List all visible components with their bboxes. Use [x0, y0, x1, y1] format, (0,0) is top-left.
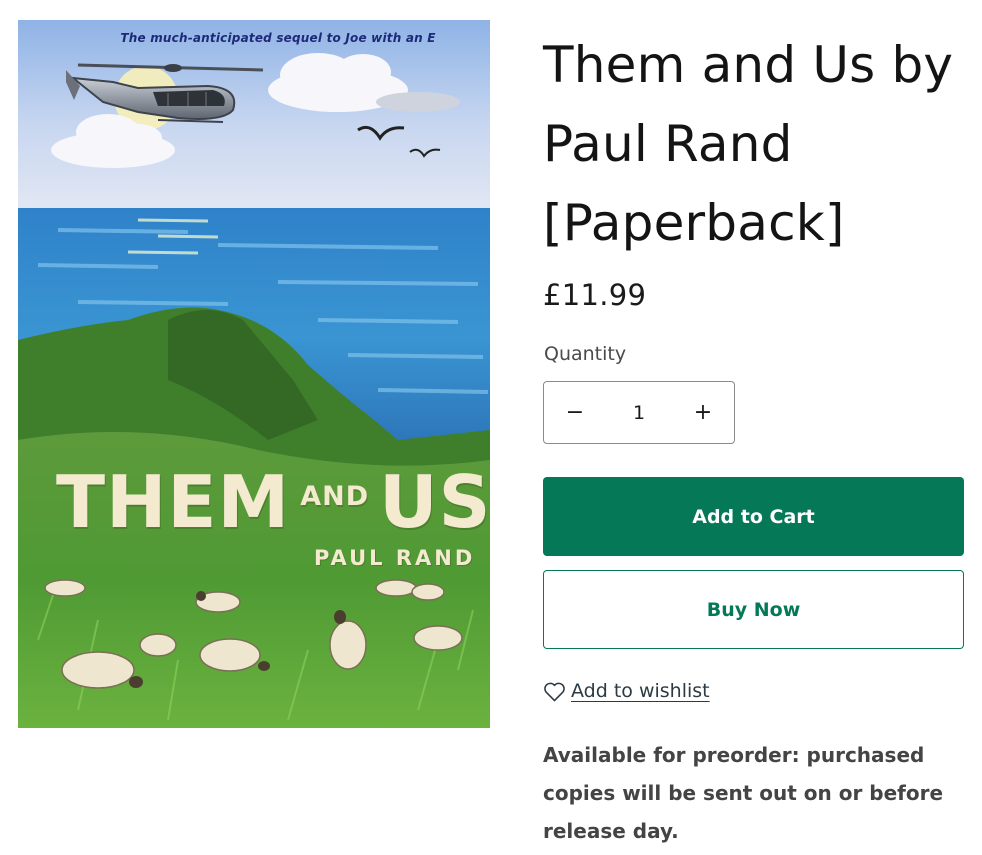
cover-title-them: THEM: [56, 460, 291, 544]
decrease-quantity-button[interactable]: −: [544, 382, 606, 443]
add-to-cart-button[interactable]: Add to Cart: [543, 477, 964, 556]
plus-icon: +: [693, 400, 713, 425]
increase-quantity-button[interactable]: +: [672, 382, 734, 443]
quantity-label: Quantity: [544, 343, 627, 365]
wishlist-label[interactable]: Add to wishlist: [571, 680, 710, 702]
cover-title-us: US: [379, 460, 490, 544]
product-title: Them and Us by Paul Rand [Paperback]: [543, 36, 954, 252]
quantity-stepper: − 1 +: [543, 381, 735, 444]
product-price: £11.99: [543, 278, 647, 312]
preorder-notice: Available for preorder: purchased copies…: [543, 743, 944, 843]
minus-icon: −: [565, 400, 585, 425]
buy-now-button[interactable]: Buy Now: [543, 570, 964, 649]
cover-artwork: [18, 20, 490, 728]
cover-author: PAUL RAND: [314, 546, 476, 570]
book-cover-image[interactable]: The much-anticipated sequel to Joe with …: [18, 20, 490, 728]
cover-title-and: AND: [300, 481, 370, 512]
quantity-input[interactable]: 1: [606, 402, 672, 424]
add-to-wishlist-link[interactable]: Add to wishlist: [543, 680, 710, 702]
heart-icon: [544, 682, 565, 701]
cover-tagline: The much-anticipated sequel to Joe with …: [120, 31, 436, 45]
cover-title: THEM AND US: [56, 460, 490, 544]
